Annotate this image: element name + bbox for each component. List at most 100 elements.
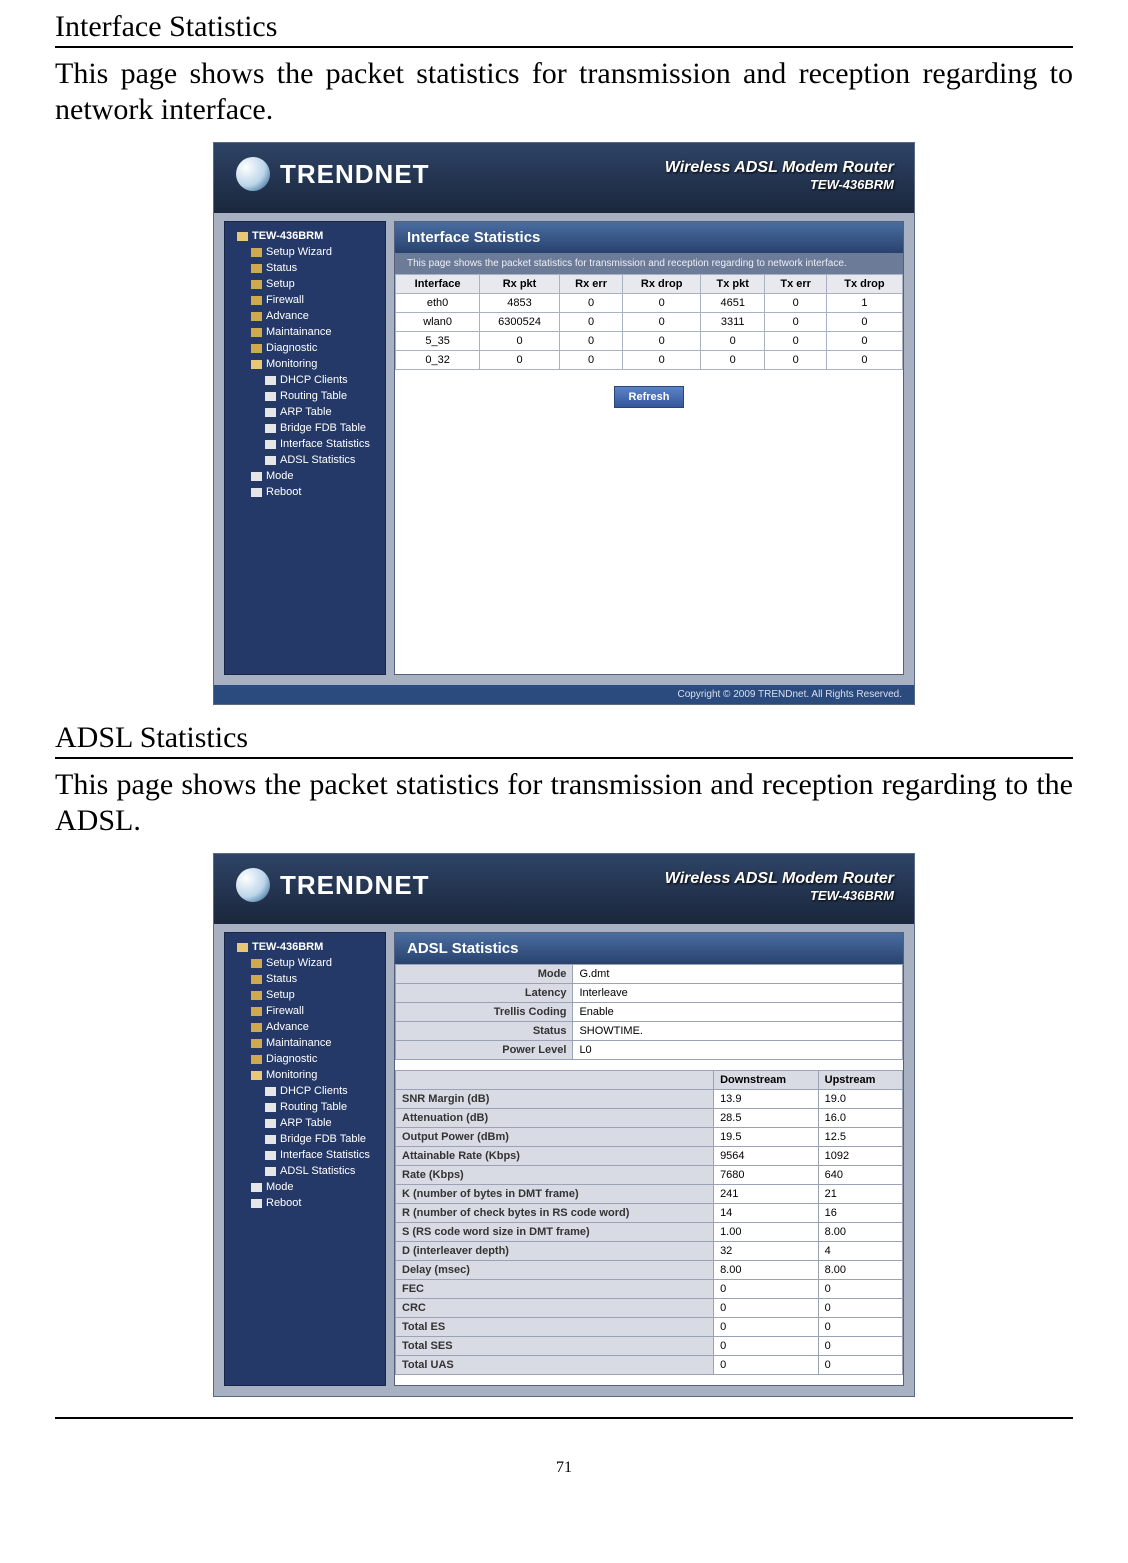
nav-subitem[interactable]: ARP Table: [231, 404, 385, 420]
section-body-adsl-stats: This page shows the packet statistics fo…: [55, 767, 1073, 839]
row-label: D (interleaver depth): [396, 1242, 714, 1261]
table-row: Total SES00: [396, 1337, 903, 1356]
product-model: TEW-436BRM: [665, 888, 894, 903]
row-label: SNR Margin (dB): [396, 1090, 714, 1109]
row-label: FEC: [396, 1280, 714, 1299]
row-label: Total UAS: [396, 1356, 714, 1375]
table-row: Output Power (dBm)19.512.5: [396, 1128, 903, 1147]
table-row: S (RS code word size in DMT frame)1.008.…: [396, 1223, 903, 1242]
row-label: K (number of bytes in DMT frame): [396, 1185, 714, 1204]
nav-subitem[interactable]: ADSL Statistics: [231, 452, 385, 468]
nav-item[interactable]: Monitoring: [231, 356, 385, 372]
nav-item[interactable]: Status: [231, 260, 385, 276]
table-cell: 0: [765, 332, 827, 351]
product-name: Wireless ADSL Modem Router: [665, 870, 894, 888]
downstream-value: 8.00: [714, 1261, 819, 1280]
nav-subitem[interactable]: DHCP Clients: [231, 372, 385, 388]
file-icon: [265, 1151, 276, 1160]
table-cell: 0: [765, 294, 827, 313]
nav-item[interactable]: Monitoring: [231, 1067, 385, 1083]
file-icon: [265, 392, 276, 401]
nav-item[interactable]: Setup Wizard: [231, 955, 385, 971]
content-panel: Interface Statistics This page shows the…: [394, 221, 904, 675]
row-label: Attenuation (dB): [396, 1109, 714, 1128]
nav-item[interactable]: Mode: [231, 1179, 385, 1195]
nav-subitem[interactable]: Bridge FDB Table: [231, 420, 385, 436]
file-icon: [251, 488, 262, 497]
nav-item[interactable]: Firewall: [231, 1003, 385, 1019]
table-cell: 1: [826, 294, 902, 313]
product-model: TEW-436BRM: [665, 177, 894, 192]
table-cell: eth0: [396, 294, 480, 313]
router-banner: TRENDNET Wireless ADSL Modem Router TEW-…: [214, 854, 914, 924]
nav-subitem[interactable]: Bridge FDB Table: [231, 1131, 385, 1147]
nav-item[interactable]: Setup: [231, 276, 385, 292]
section-title-adsl-stats: ADSL Statistics: [55, 715, 1073, 759]
downstream-value: 7680: [714, 1166, 819, 1185]
nav-item[interactable]: Reboot: [231, 484, 385, 500]
nav-subitem[interactable]: Interface Statistics: [231, 1147, 385, 1163]
nav-item[interactable]: Maintainance: [231, 324, 385, 340]
nav-subitem[interactable]: Routing Table: [231, 1099, 385, 1115]
table-cell: 0: [826, 332, 902, 351]
kv-row: Power LevelL0: [396, 1041, 903, 1060]
panel-description: This page shows the packet statistics fo…: [395, 253, 903, 274]
file-icon: [251, 1199, 262, 1208]
nav-item[interactable]: Status: [231, 971, 385, 987]
kv-key: Latency: [396, 984, 573, 1003]
downstream-value: 19.5: [714, 1128, 819, 1147]
kv-value: L0: [573, 1041, 903, 1060]
nav-root[interactable]: TEW-436BRM: [231, 228, 385, 244]
panel-title: ADSL Statistics: [395, 933, 903, 964]
folder-icon: [251, 959, 262, 968]
nav-subitem[interactable]: Routing Table: [231, 388, 385, 404]
folder-icon: [251, 280, 262, 289]
nav-subitem[interactable]: ARP Table: [231, 1115, 385, 1131]
kv-key: Status: [396, 1022, 573, 1041]
nav-subitem[interactable]: Interface Statistics: [231, 436, 385, 452]
file-icon: [251, 1183, 262, 1192]
refresh-button[interactable]: Refresh: [614, 386, 685, 408]
logo-icon: [236, 157, 270, 191]
logo-icon: [236, 868, 270, 902]
downstream-value: 0: [714, 1280, 819, 1299]
downstream-value: 1.00: [714, 1223, 819, 1242]
table-cell: 4853: [480, 294, 560, 313]
brand-name: TRENDNET: [280, 159, 430, 190]
nav-subitem[interactable]: ADSL Statistics: [231, 1163, 385, 1179]
nav-item[interactable]: Setup Wizard: [231, 244, 385, 260]
table-row: 0_32000000: [396, 351, 903, 370]
nav-subitem[interactable]: DHCP Clients: [231, 1083, 385, 1099]
table-row: wlan0630052400331100: [396, 313, 903, 332]
nav-item[interactable]: Advance: [231, 308, 385, 324]
sidebar-nav: TEW-436BRMSetup WizardStatusSetupFirewal…: [224, 932, 386, 1386]
file-icon: [265, 376, 276, 385]
table-cell: 0: [480, 351, 560, 370]
nav-item[interactable]: Advance: [231, 1019, 385, 1035]
brand-name: TRENDNET: [280, 870, 430, 901]
nav-item[interactable]: Setup: [231, 987, 385, 1003]
row-label: Attainable Rate (Kbps): [396, 1147, 714, 1166]
nav-item[interactable]: Mode: [231, 468, 385, 484]
upstream-value: 8.00: [818, 1261, 902, 1280]
table-cell: 0_32: [396, 351, 480, 370]
table-cell: 0: [559, 313, 622, 332]
nav-root[interactable]: TEW-436BRM: [231, 939, 385, 955]
table-cell: 0: [701, 332, 765, 351]
nav-item[interactable]: Firewall: [231, 292, 385, 308]
nav-item[interactable]: Diagnostic: [231, 340, 385, 356]
upstream-value: 19.0: [818, 1090, 902, 1109]
table-header: Interface: [396, 275, 480, 294]
row-label: Total ES: [396, 1318, 714, 1337]
file-icon: [265, 1119, 276, 1128]
sidebar-nav: TEW-436BRMSetup WizardStatusSetupFirewal…: [224, 221, 386, 675]
table-header: Rx pkt: [480, 275, 560, 294]
table-row: 5_35000000: [396, 332, 903, 351]
nav-item[interactable]: Maintainance: [231, 1035, 385, 1051]
nav-item[interactable]: Reboot: [231, 1195, 385, 1211]
downstream-value: 13.9: [714, 1090, 819, 1109]
folder-open-icon: [237, 232, 248, 241]
nav-item[interactable]: Diagnostic: [231, 1051, 385, 1067]
table-cell: 0: [701, 351, 765, 370]
file-icon: [265, 1167, 276, 1176]
